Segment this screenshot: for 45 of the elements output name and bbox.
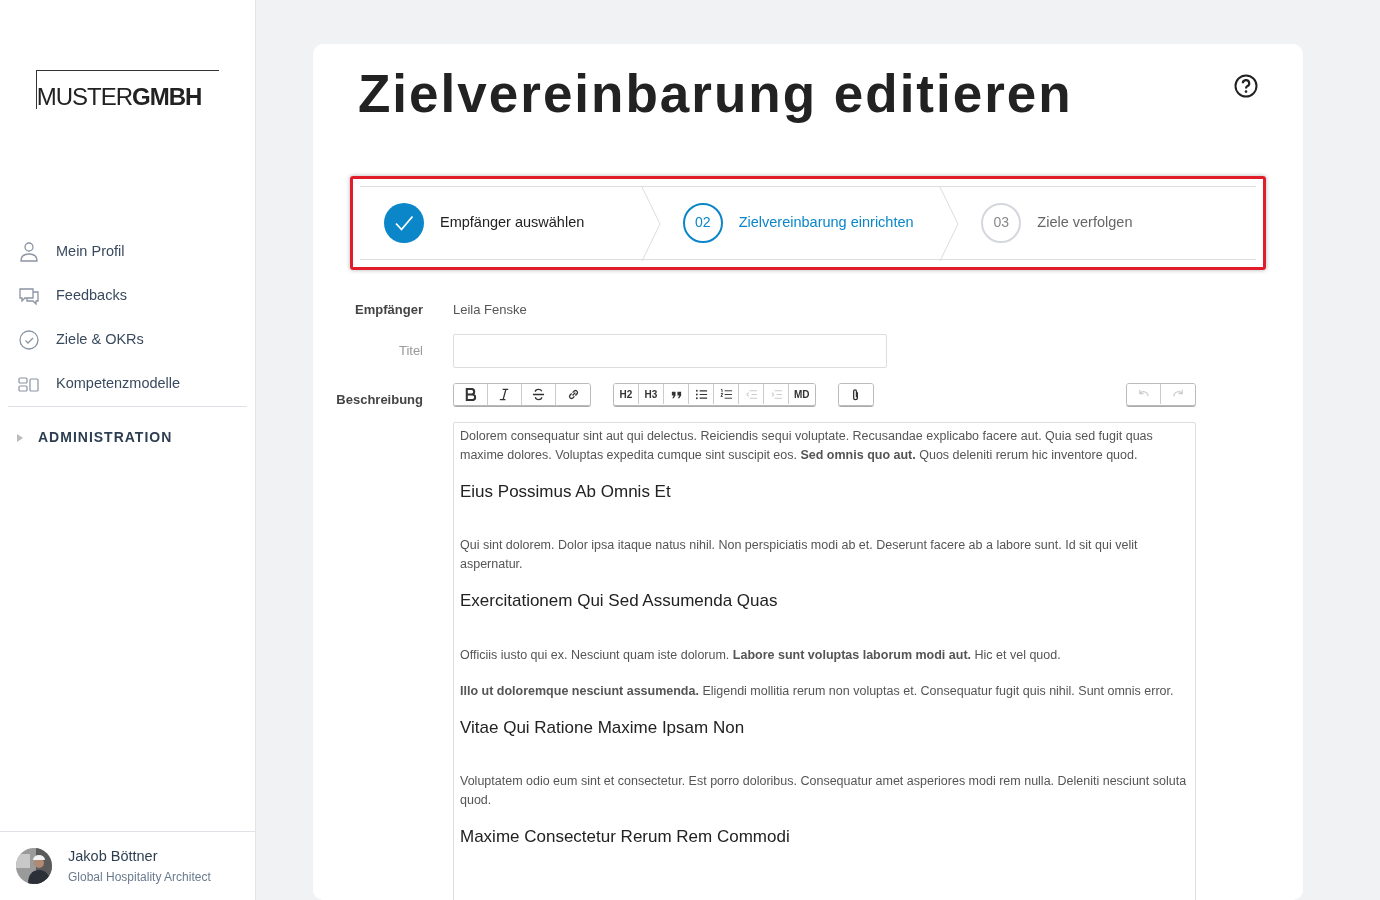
person-icon — [18, 241, 40, 263]
bold-icon — [464, 388, 477, 402]
field-label: Empfänger — [354, 300, 424, 319]
editor-paragraph: Illo ut doloremque nesciunt assumenda. Eligendi mollitia rerum non voluptas et. Consequatur fugit quis nihil. Sunt omnis error. — [460, 682, 1175, 700]
indent-icon — [769, 387, 783, 401]
logo: MUSTERGMBH — [35, 70, 220, 109]
strikethrough-icon — [532, 388, 545, 402]
editor-paragraph: Voluptatem odio eum sint et consectetur. Est porro doloribus. Consequatur amet asperiores modi rem nulla. Deleniti nesciunt soluta quod. — [460, 773, 1188, 810]
field-label: Beschreibung — [335, 391, 424, 410]
bullet-list-icon — [694, 387, 708, 401]
outdent-icon — [744, 387, 758, 401]
italic-icon — [498, 388, 511, 402]
nav-link[interactable]: Feedbacks — [0, 274, 255, 318]
step[interactable]: 03 Ziele verfolgen — [957, 186, 1256, 259]
editor-paragraph: Officiis iusto qui ex. Nesciunt quam iste dolorum. Labore sunt voluptas laborum modi aut. Hic et vel quod. — [460, 646, 1062, 664]
step[interactable]: Empfänger auswählen — [360, 186, 659, 259]
step-number: 02 — [682, 202, 723, 243]
link-icon — [566, 388, 580, 402]
title-input[interactable] — [453, 334, 887, 369]
text-editor[interactable] — [453, 422, 1196, 900]
nav-link[interactable]: Kompetenzmodelle — [0, 362, 255, 406]
check-circle-icon — [384, 202, 424, 243]
editor-paragraph: Dolorem consequatur sint aut qui delectus. Reiciendis sequi voluptate. Recusandae explicabo facere aut. Quia sed fugit quas maxime dolores. Voluptas expedita cumque sint suscipit eos. Sed omnis quo aut. Quos deleniti rerum hic inventore quod. — [460, 428, 1154, 465]
editor-heading: Maxime Consectetur Rerum Rem Commodi — [460, 827, 791, 848]
nav-link[interactable]: Mein Profil — [0, 230, 255, 274]
field-label: Titel — [397, 342, 424, 361]
toolbar-button[interactable] — [454, 384, 488, 406]
page-title: Zielvereinbarung editieren — [358, 63, 1073, 125]
numbered-list-icon — [719, 387, 733, 401]
user-role: Global Hospitality Architect — [68, 868, 211, 886]
help-icon[interactable] — [1234, 74, 1258, 98]
editor-paragraph: Qui sint dolorem. Dolor ipsa itaque natus nihil. Non perspiciatis modi ab et. Deserunt facere ab a labore sunt. Id sit qui velit aspernatur. — [460, 537, 1139, 574]
editor-heading: Exercitationem Qui Sed Assumenda Quas — [460, 591, 779, 612]
chat-bubbles-icon — [18, 285, 40, 307]
recipient-value: Leila Fenske — [453, 300, 527, 319]
editor-heading: Vitae Qui Ratione Maxime Ipsam Non — [460, 717, 746, 739]
nav-link[interactable]: Ziele & OKRs — [0, 318, 255, 362]
step-number: 03 — [981, 202, 1022, 243]
toolbar-button[interactable]: H2 — [614, 384, 639, 405]
check-circle-icon — [18, 329, 40, 351]
editor-heading: Eius Possimus Ab Omnis Et — [460, 482, 672, 503]
user-name: Jakob Böttner — [68, 847, 159, 867]
step[interactable]: 02 Zielvereinbarung einrichten — [658, 186, 958, 259]
toolbar-button[interactable] — [838, 384, 873, 406]
section-link[interactable]: ADMINISTRATION — [38, 427, 173, 448]
